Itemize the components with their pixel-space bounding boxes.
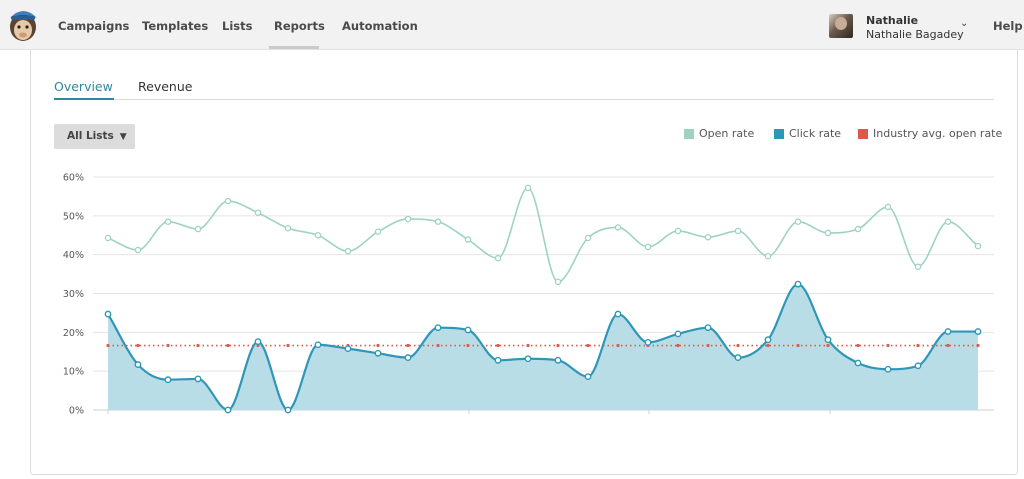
open-rate-point [734,227,742,235]
click-rate-point [674,330,682,338]
click-rate-point [314,341,322,349]
click-rate-point [764,336,772,344]
click-rate-point [164,376,172,384]
performance-line-chart: 0% 10% 20% 30% 40% 50% 60% [63,173,994,417]
industry-avg-point [466,343,470,348]
open-rate-point [314,231,322,239]
industry-avg-point [706,343,710,348]
y-tick-label: 40% [63,250,84,261]
click-rate-point [344,345,352,353]
open-rate-point [764,252,772,260]
industry-avg-point [736,343,740,348]
industry-avg-point [106,343,110,348]
open-rate-point [524,184,532,192]
industry-avg-point [946,343,950,348]
industry-avg-point [526,343,530,348]
open-rate-point [434,218,442,225]
click-rate-point [464,326,472,334]
industry-avg-point [766,343,770,348]
click-rate-point [494,356,502,364]
click-rate-point [284,406,292,414]
industry-avg-point [496,343,500,348]
click-rate-point [524,355,532,363]
click-rate-point [254,338,262,346]
open-rate-point [194,225,202,233]
open-rate-point [374,228,382,236]
click-rate-point [734,354,742,361]
click-rate-point [614,310,622,318]
open-rate-point [254,209,262,216]
industry-avg-point [436,343,440,348]
open-rate-point [644,243,652,251]
click-rate-point [554,356,562,364]
y-tick-label: 10% [63,367,84,378]
click-rate-point [434,324,442,332]
industry-avg-point [556,343,560,348]
industry-avg-point [196,343,200,348]
click-rate-point [884,365,892,373]
open-rate-point [284,225,292,232]
click-rate-point [824,336,832,344]
click-rate-point [944,328,952,335]
x-axis [107,410,831,414]
open-rate-point [824,229,832,237]
open-rate-line [107,187,979,283]
industry-avg-point [856,343,860,348]
y-axis-ticks: 0% 10% 20% 30% 40% 50% 60% [63,173,84,417]
y-tick-label: 50% [63,211,84,222]
open-rate-point [404,215,412,223]
open-rate-point [794,218,802,225]
industry-avg-point [166,343,170,348]
open-rate-point [674,227,682,235]
open-rate-point [554,278,562,286]
open-rate-point [854,225,862,233]
industry-avg-point [976,343,980,348]
click-rate-point [644,339,652,346]
click-rate-point [224,406,232,414]
click-rate-point [134,361,142,368]
open-rate-point [974,242,982,250]
industry-avg-point [586,343,590,348]
open-rate-point [704,233,712,241]
open-rate-point [494,254,502,262]
open-rate-point [584,234,592,242]
open-rate-point [164,218,172,225]
click-rate-point [914,362,922,370]
industry-avg-series [106,343,980,348]
industry-avg-point [286,343,290,348]
industry-avg-point [796,343,800,348]
click-rate-point [854,359,862,367]
y-tick-label: 0% [69,406,84,417]
click-rate-point [194,375,202,383]
y-tick-label: 60% [63,173,84,184]
industry-avg-point [406,343,410,348]
industry-avg-point [886,343,890,348]
click-rate-point [584,373,592,381]
y-tick-label: 20% [63,328,84,339]
click-rate-point [704,324,712,332]
industry-avg-point [376,343,380,348]
open-rate-point [944,218,952,225]
industry-avg-point [826,343,830,348]
open-rate-point [344,247,352,255]
click-rate-point [794,280,802,288]
open-rate-point [884,203,892,211]
open-rate-point [224,197,232,205]
open-rate-point [464,236,472,243]
industry-avg-point [916,343,920,348]
click-rate-point [404,354,412,361]
click-rate-point [374,349,382,357]
open-rate-point [914,263,922,270]
click-rate-point [974,328,982,335]
open-rate-series [104,184,982,286]
industry-avg-point [226,343,230,348]
open-rate-point [134,246,142,254]
y-tick-label: 30% [63,289,84,300]
industry-avg-point [136,343,140,348]
click-rate-point [104,310,112,318]
industry-avg-point [676,343,680,348]
industry-avg-point [616,343,620,348]
open-rate-point [614,224,622,231]
open-rate-point [104,234,112,242]
